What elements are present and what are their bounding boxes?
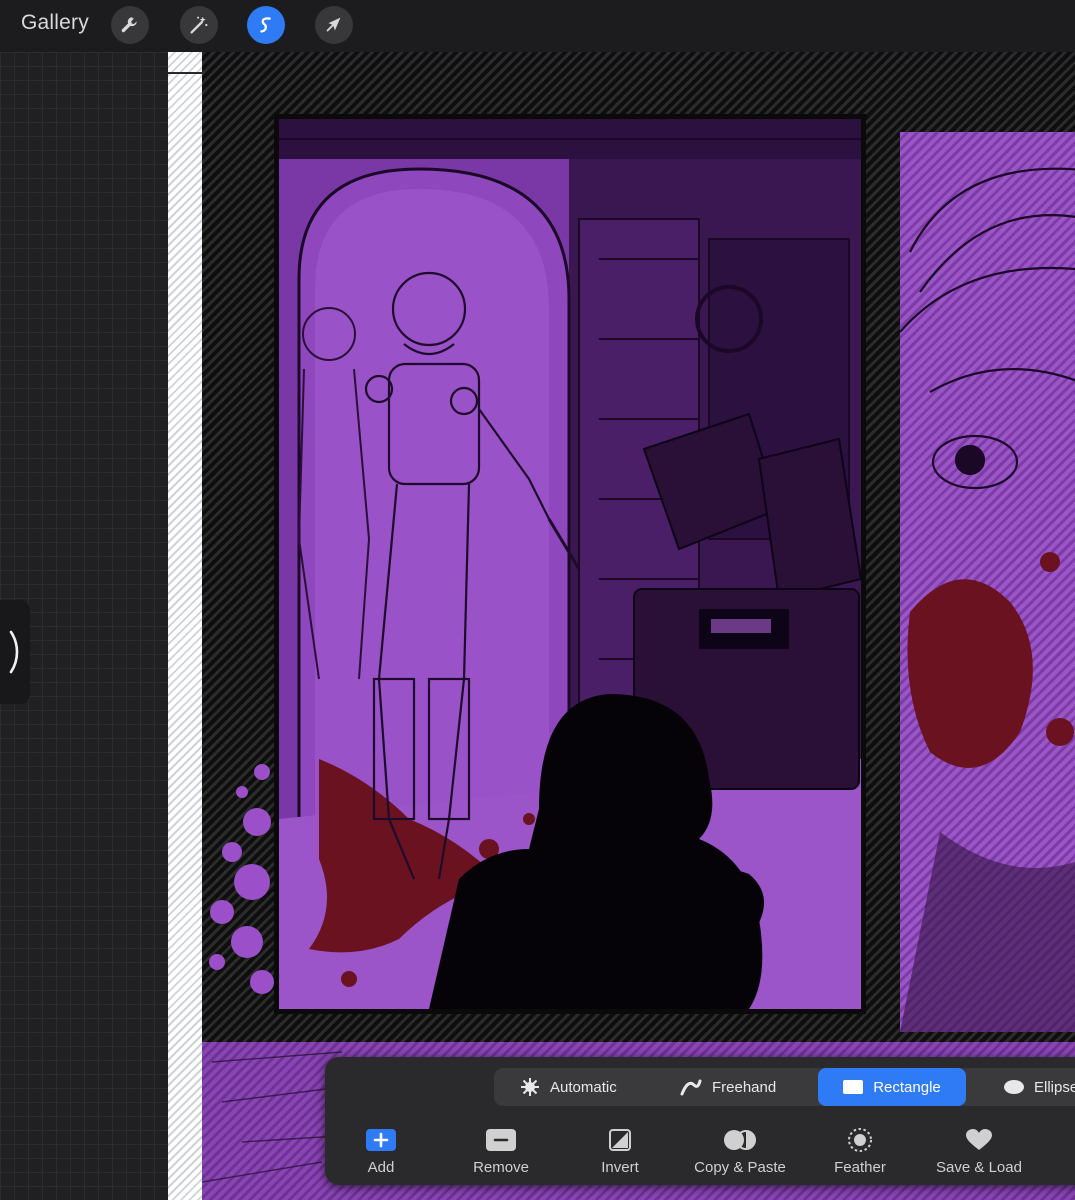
add-label: Add <box>367 1159 395 1176</box>
adjustments-button[interactable] <box>180 6 218 44</box>
save-load-label: Save & Load <box>936 1159 1022 1176</box>
minus-icon <box>486 1129 516 1151</box>
feather-label: Feather <box>834 1159 886 1176</box>
comic-panel-main <box>274 114 866 1014</box>
starburst-icon <box>521 1078 539 1096</box>
remove-button[interactable]: Remove <box>446 1127 556 1176</box>
add-button[interactable]: Add <box>326 1127 436 1176</box>
ellipse-icon <box>1004 1080 1024 1094</box>
selection-mode-selector: Automatic Freehand Rectangle Ellipse <box>494 1068 1075 1106</box>
left-sidebar <box>0 52 168 1200</box>
copy-paste-icon <box>724 1130 756 1150</box>
arrow-cursor-icon <box>326 17 341 32</box>
drawing-canvas[interactable] <box>202 52 1075 1200</box>
actions-button[interactable] <box>111 6 149 44</box>
canvas-edge-strip <box>168 52 202 1200</box>
selection-s-icon <box>260 17 271 33</box>
invert-button[interactable]: Invert <box>565 1127 675 1176</box>
chevron-right-icon <box>9 630 19 674</box>
feather-icon <box>848 1128 872 1152</box>
copy-paste-button[interactable]: Copy & Paste <box>685 1127 795 1176</box>
mode-ellipse[interactable]: Ellipse <box>1004 1068 1075 1106</box>
mode-freehand-label: Freehand <box>712 1078 777 1096</box>
rectangle-icon <box>843 1080 864 1094</box>
mode-automatic-label: Automatic <box>550 1078 617 1096</box>
mode-rectangle[interactable]: Rectangle <box>818 1068 966 1106</box>
freehand-stroke-icon <box>680 1079 702 1096</box>
wrench-icon <box>121 17 137 33</box>
gallery-button[interactable]: Gallery <box>21 11 89 35</box>
magic-wand-icon <box>190 16 208 34</box>
save-load-button[interactable]: Save & Load <box>924 1127 1034 1176</box>
mode-freehand[interactable]: Freehand <box>680 1068 776 1106</box>
mode-rectangle-label: Rectangle <box>873 1078 941 1096</box>
invert-icon <box>609 1129 631 1151</box>
remove-label: Remove <box>473 1159 529 1176</box>
canvas-edge-line <box>168 72 202 74</box>
invert-label: Invert <box>601 1159 639 1176</box>
face-illustration <box>900 167 1075 1032</box>
panel-illustration <box>279 119 861 1009</box>
comic-panel-right <box>900 132 1075 1032</box>
selection-toolbar: Automatic Freehand Rectangle Ellipse Add… <box>325 1057 1075 1185</box>
top-bar: Gallery <box>0 0 1075 52</box>
selection-button[interactable] <box>247 6 285 44</box>
sidebar-toggle[interactable] <box>0 600 30 704</box>
mode-automatic[interactable]: Automatic <box>520 1068 617 1106</box>
plus-icon <box>366 1129 396 1151</box>
feather-button[interactable]: Feather <box>805 1127 915 1176</box>
heart-icon <box>966 1129 992 1150</box>
copy-paste-label: Copy & Paste <box>694 1159 786 1176</box>
transform-button[interactable] <box>315 6 353 44</box>
mode-ellipse-label: Ellipse <box>1034 1078 1075 1096</box>
